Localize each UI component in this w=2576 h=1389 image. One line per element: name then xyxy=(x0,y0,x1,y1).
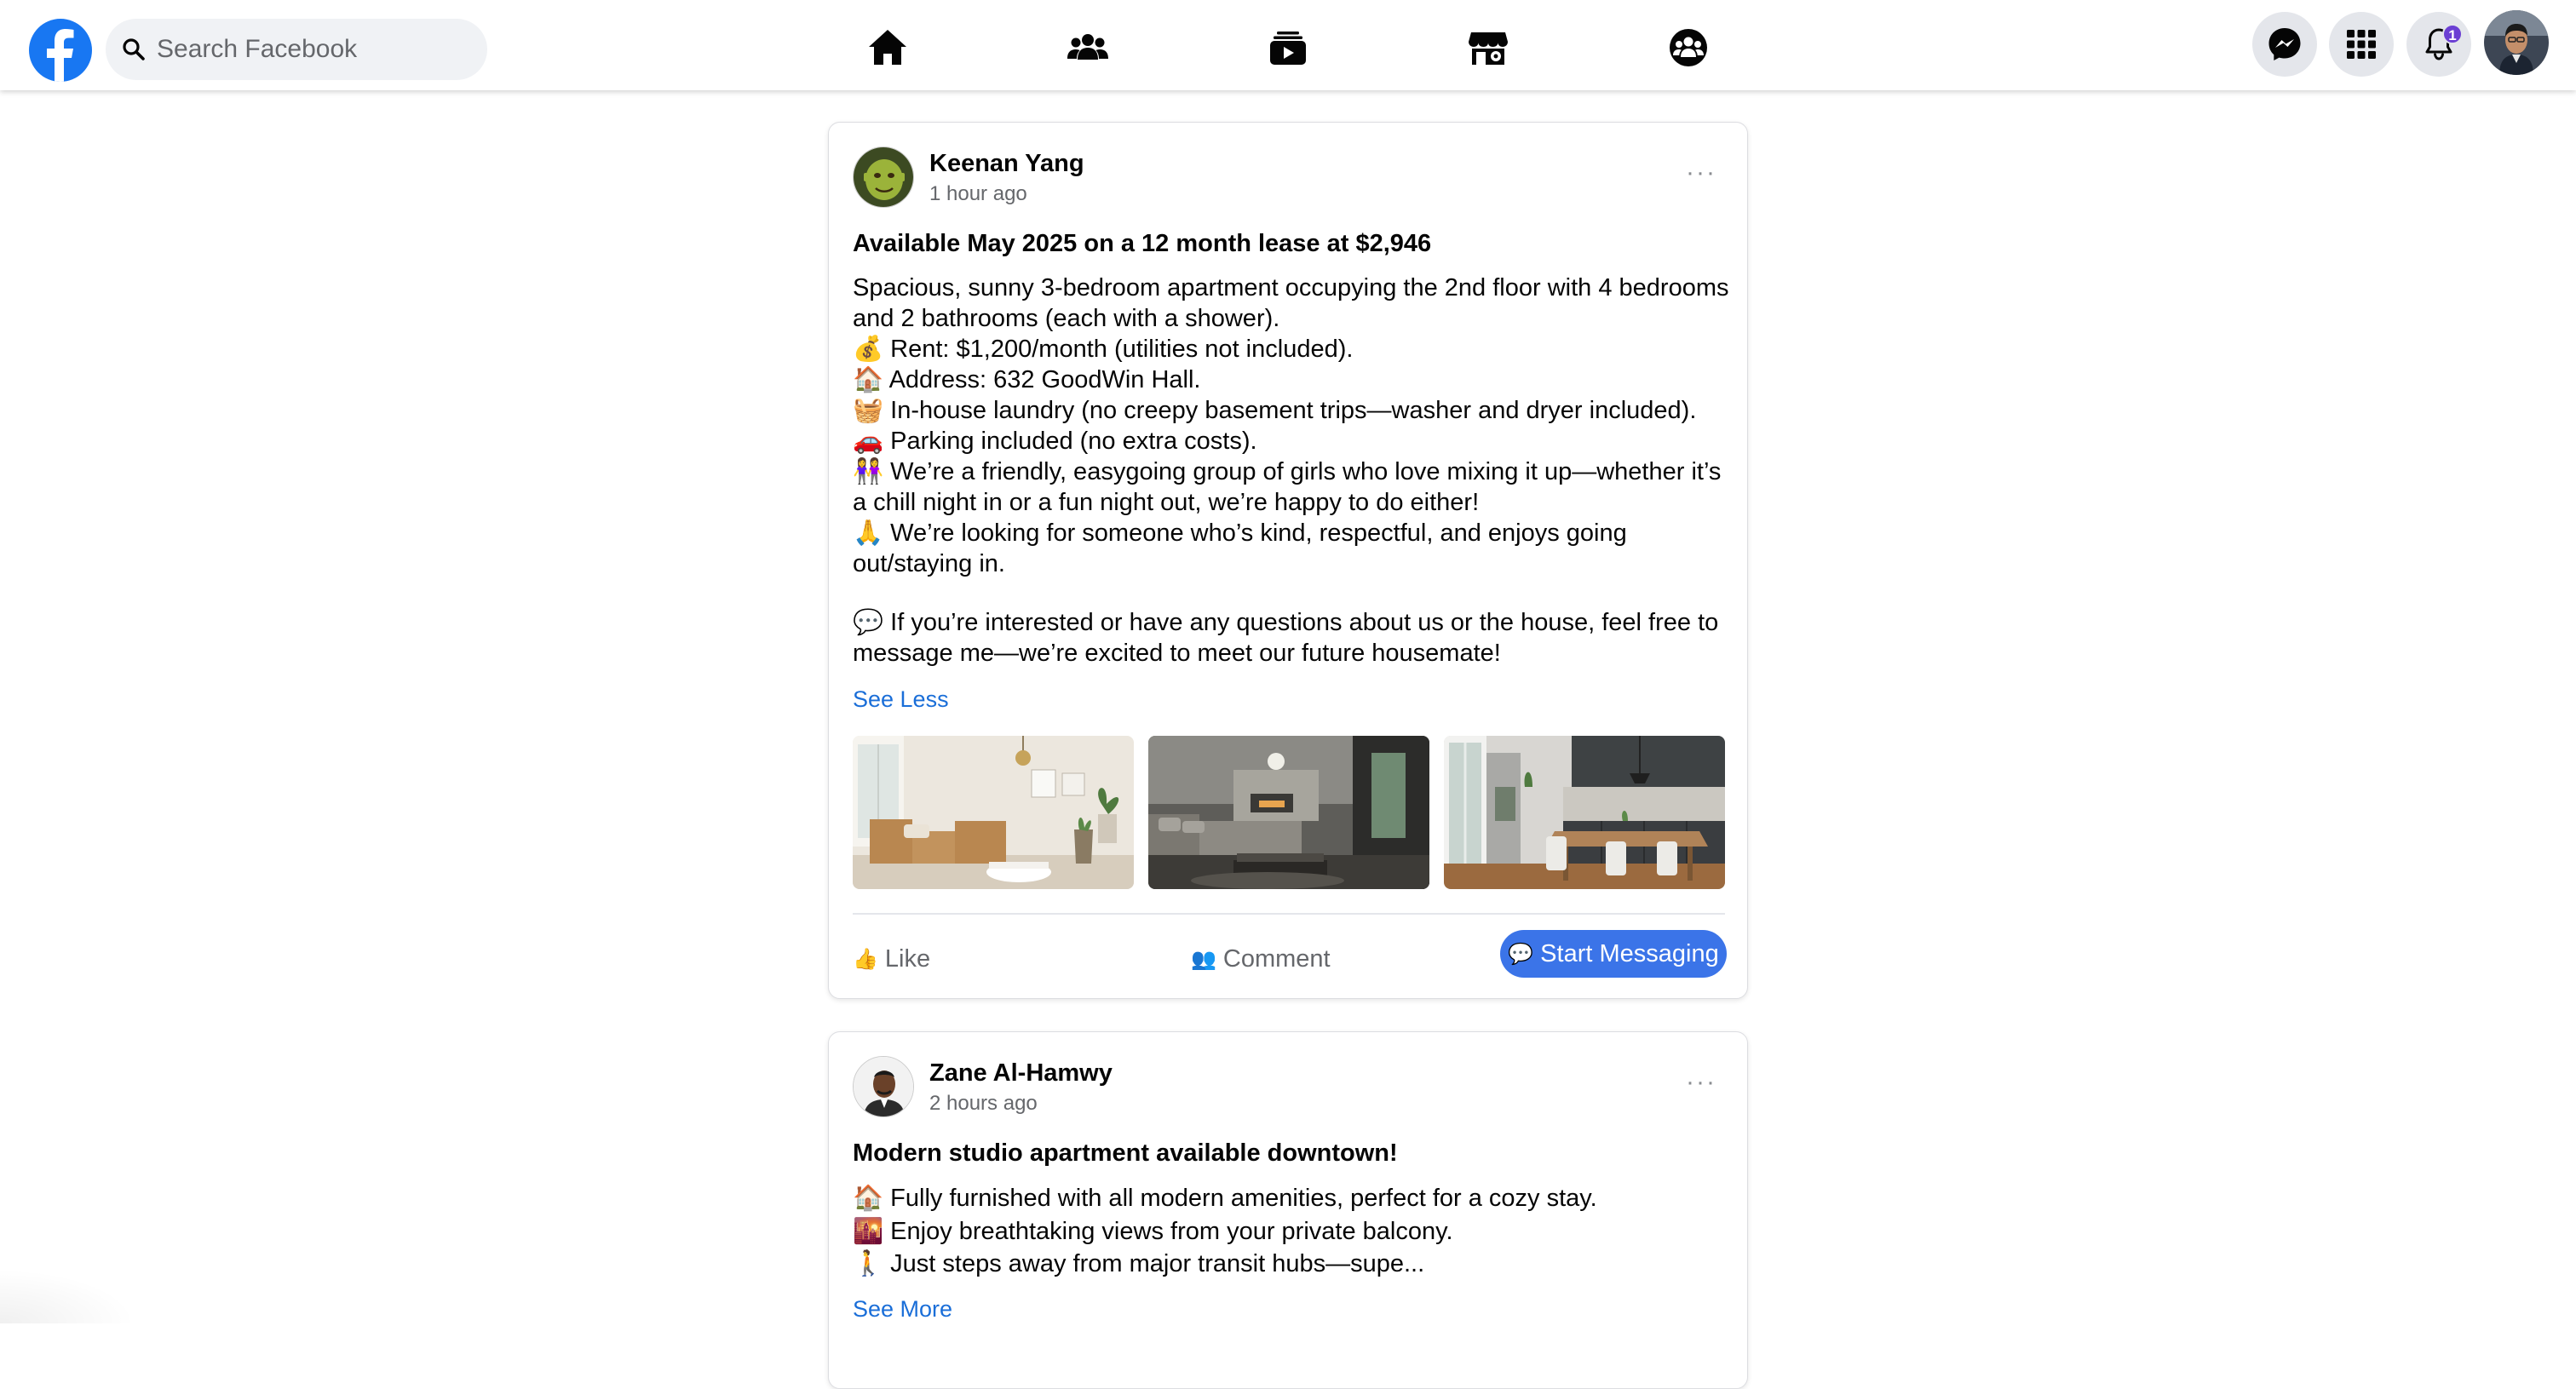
watch-icon[interactable] xyxy=(1262,22,1314,73)
more-options-icon[interactable]: ··· xyxy=(1686,1068,1716,1097)
marketplace-icon[interactable] xyxy=(1463,22,1514,73)
notifications-button[interactable]: 1 xyxy=(2406,12,2471,77)
profile-avatar[interactable] xyxy=(2484,10,2549,75)
corner-shadow xyxy=(0,1269,136,1323)
start-messaging-button[interactable]: 💬 Start Messaging xyxy=(1500,930,1727,978)
post-timestamp[interactable]: 2 hours ago xyxy=(929,1092,1038,1116)
home-icon[interactable] xyxy=(862,22,913,73)
feed-post: Zane Al-Hamwy 2 hours ago ··· Modern stu… xyxy=(828,1031,1748,1389)
post-timestamp[interactable]: 1 hour ago xyxy=(929,182,1027,206)
author-avatar[interactable] xyxy=(853,146,914,208)
messenger-button[interactable] xyxy=(2252,12,2317,77)
post-line: 🙏 We’re looking for someone who’s kind, … xyxy=(853,519,1627,577)
post-closing: 💬 If you’re interested or have any quest… xyxy=(853,609,1719,667)
more-options-icon[interactable]: ··· xyxy=(1686,158,1716,187)
friends-icon[interactable] xyxy=(1062,22,1113,73)
comment-icon: 👥 xyxy=(1191,947,1216,971)
comment-button[interactable]: 👥 Comment xyxy=(1191,935,1331,983)
post-line: 🚶 Just steps away from major transit hub… xyxy=(853,1250,1425,1277)
like-icon: 👍 xyxy=(853,947,878,971)
start-messaging-label: Start Messaging xyxy=(1540,939,1719,967)
feed-post: Keenan Yang 1 hour ago ··· Available May… xyxy=(828,122,1748,999)
chat-bubble-icon: 💬 xyxy=(1508,942,1534,966)
comment-label: Comment xyxy=(1222,944,1331,973)
post-header: Keenan Yang 1 hour ago ··· xyxy=(853,146,1723,211)
post-line: 🌇 Enjoy breathtaking views from your pri… xyxy=(853,1217,1453,1245)
post-title: Available May 2025 on a 12 month lease a… xyxy=(853,230,1432,257)
like-button[interactable]: 👍 Like xyxy=(853,935,930,983)
living-room-photo[interactable] xyxy=(853,736,1134,889)
search-input[interactable] xyxy=(157,35,472,64)
menu-grid-button[interactable] xyxy=(2329,12,2394,77)
facebook-logo-icon[interactable] xyxy=(29,19,92,82)
kitchen-dining-photo[interactable] xyxy=(1444,736,1725,889)
post-body: Spacious, sunny 3-bedroom apartment occu… xyxy=(853,273,1730,669)
lounge-photo[interactable] xyxy=(1148,736,1429,889)
post-author[interactable]: Zane Al-Hamwy xyxy=(929,1059,1113,1088)
search-bar[interactable] xyxy=(106,19,487,80)
post-author[interactable]: Keenan Yang xyxy=(929,150,1084,178)
post-line: 🏠 Fully furnished with all modern amenit… xyxy=(853,1185,1597,1212)
see-more-link[interactable]: See More xyxy=(853,1296,952,1323)
post-title: Modern studio apartment available downto… xyxy=(853,1139,1398,1167)
photo-gallery xyxy=(853,736,1725,891)
messenger-icon xyxy=(2268,28,2301,60)
like-label: Like xyxy=(884,944,931,973)
post-line: Spacious, sunny 3-bedroom apartment occu… xyxy=(853,274,1729,332)
post-body: 🏠 Fully furnished with all modern amenit… xyxy=(853,1182,1730,1281)
post-header: Zane Al-Hamwy 2 hours ago ··· xyxy=(853,1056,1723,1121)
notification-count-badge: 1 xyxy=(2442,24,2463,44)
post-line: 💰 Rent: $1,200/month (utilities not incl… xyxy=(853,336,1354,363)
groups-icon[interactable] xyxy=(1663,22,1714,73)
author-avatar[interactable] xyxy=(853,1056,914,1117)
menu-grid-icon xyxy=(2347,30,2376,59)
post-line: 🧺 In-house laundry (no creepy basement t… xyxy=(853,397,1697,424)
search-icon xyxy=(123,38,145,60)
top-navigation-bar: 1 xyxy=(0,0,2576,90)
post-line: 🏠 Address: 632 GoodWin Hall. xyxy=(853,366,1201,393)
post-line: 🚗 Parking included (no extra costs). xyxy=(853,428,1257,455)
see-less-link[interactable]: See Less xyxy=(853,686,949,713)
post-line: 👭 We’re a friendly, easygoing group of g… xyxy=(853,458,1722,516)
post-divider xyxy=(853,913,1725,915)
